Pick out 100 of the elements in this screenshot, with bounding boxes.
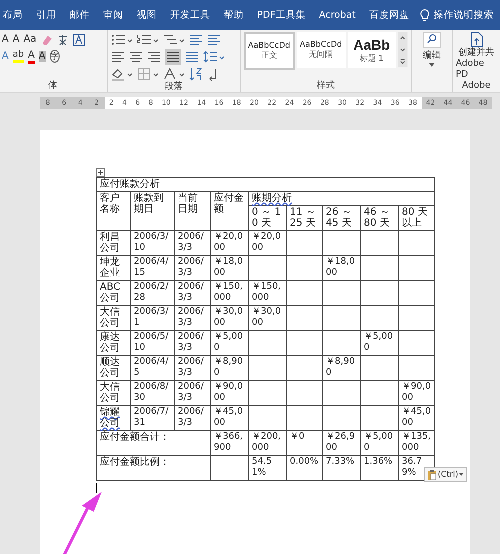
grow-font-button[interactable]: A [2, 34, 9, 45]
shading-icon[interactable] [111, 66, 133, 80]
table-cell: ￥20,000 [248, 230, 286, 256]
change-case-button[interactable]: Aa [24, 34, 37, 45]
sort-icon[interactable] [189, 66, 203, 80]
table-cell: ￥150,000 [248, 280, 286, 306]
table-cell: 2006/7/31 [130, 406, 174, 430]
row-label: 应付金额合计： [96, 430, 210, 456]
table-cell: 2006/3/3 [174, 380, 210, 406]
decrease-indent-icon[interactable] [189, 32, 203, 46]
table-move-handle-icon[interactable] [96, 168, 105, 177]
column-header: 0 ～ 10 天 [248, 206, 286, 230]
pinyin-icon[interactable] [56, 34, 69, 46]
column-header: 46 ～ 80 天 [360, 206, 398, 230]
table-cell: ￥30,000 [248, 306, 286, 330]
table-cell: 2006/3/10 [130, 230, 174, 256]
caret-icon [429, 63, 435, 67]
table-cell: 2006/5/10 [130, 330, 174, 356]
table-cell: 康达公司 [100, 332, 120, 354]
column-header: 当前日期 [174, 192, 210, 230]
ribbon-tab[interactable]: 视图 [134, 4, 160, 26]
table-cell: 2006/3/3 [174, 280, 210, 306]
table-cell: ￥135,000 [398, 430, 435, 456]
editing-button[interactable]: 编辑 [415, 32, 449, 67]
justify-icon[interactable] [165, 48, 181, 64]
bullets-icon[interactable] [111, 32, 133, 46]
table-cell: ￥0 [286, 430, 322, 456]
column-header: 客户名称 [96, 192, 130, 230]
distributed-icon[interactable] [185, 50, 199, 64]
ribbon-tab[interactable]: 审阅 [100, 4, 126, 26]
create-pdf-button[interactable]: Adobe PD [456, 59, 497, 81]
table-cell: ￥5,000 [360, 330, 398, 356]
ribbon-tab[interactable]: 布局 [0, 4, 26, 26]
align-right-icon[interactable] [147, 50, 161, 64]
style-gallery-item[interactable]: AaBbCcDd 无间隔 [296, 32, 346, 68]
table-cell: 2006/3/3 [174, 256, 210, 280]
text-effects-button[interactable]: A [2, 51, 9, 62]
table-cell: 2006/3/3 [174, 306, 210, 330]
clipboard-icon [427, 469, 437, 480]
column-header: 应付金额 [210, 192, 248, 230]
align-center-icon[interactable] [129, 50, 143, 64]
table-cell: ￥18,000 [210, 256, 248, 280]
style-gallery-item[interactable]: AaBb 标题 1 [348, 32, 396, 68]
align-left-icon[interactable] [111, 50, 125, 64]
table-cell: 大信公司 [100, 307, 120, 329]
table-cell: 0.00% [286, 456, 322, 480]
group-label: 段落 [164, 81, 184, 92]
table-cell: 顺达公司 [100, 357, 120, 379]
table-cell: 锦耀公司 [100, 407, 120, 429]
create-pdf-button[interactable]: 创建并共 [458, 48, 494, 59]
lightbulb-icon[interactable] [420, 8, 430, 22]
highlight-button[interactable]: ab [12, 50, 24, 63]
search-hint[interactable]: 操作说明搜索 [434, 8, 494, 22]
table-cell: ￥26,900 [322, 430, 360, 456]
increase-indent-icon[interactable] [207, 32, 221, 46]
table-title: 应付账款分析 [96, 178, 435, 192]
table-cell: 2006/3/3 [174, 230, 210, 256]
style-gallery-item[interactable]: AaBbCcDd 正文 [244, 32, 295, 70]
caret-icon [459, 473, 464, 476]
gallery-scroll-icon[interactable] [398, 32, 408, 68]
ribbon-tab[interactable]: 百度网盘 [366, 4, 412, 26]
ribbon-tab[interactable]: 开发工具 [167, 4, 214, 26]
ribbon-tab[interactable]: Acrobat [316, 6, 359, 24]
column-header: 26 ～ 45 天 [322, 206, 360, 230]
table-cell: ￥150,000 [210, 280, 248, 306]
table-cell: ￥8,900 [210, 356, 248, 380]
table-cell: 2006/2/28 [130, 280, 174, 306]
table-cell: 7.33% [322, 456, 360, 480]
group-label: 体 [48, 80, 58, 92]
ribbon-tab[interactable]: 帮助 [220, 4, 247, 26]
table-cell: 2006/3/1 [130, 306, 174, 330]
enclose-character-button[interactable]: 字 [50, 50, 60, 63]
table-cell: ￥20,000 [210, 230, 248, 256]
table-cell: ￥366,900 [210, 430, 248, 456]
ribbon-tab[interactable]: 引用 [33, 4, 60, 26]
column-header: 账期分析 [252, 193, 292, 204]
multilevel-list-icon[interactable] [163, 32, 185, 46]
table-cell: 54.51% [248, 456, 286, 480]
column-header: 账款到期日 [130, 192, 174, 230]
table-cell: ￥45,000 [398, 406, 435, 430]
shading-button[interactable]: A [38, 51, 46, 62]
border-character-icon[interactable] [72, 34, 85, 46]
ribbon-tab[interactable]: 邮件 [66, 4, 93, 26]
ribbon-tab[interactable]: PDF工具集 [254, 4, 309, 26]
numbering-icon[interactable] [137, 32, 159, 46]
paragraph-mark-icon[interactable] [207, 66, 219, 80]
table-cell: 2006/3/3 [174, 330, 210, 356]
table-cell: 2006/3/3 [174, 356, 210, 380]
font-color-button[interactable]: A [28, 50, 35, 64]
share-file-icon[interactable] [470, 32, 484, 48]
shrink-font-button[interactable]: A [12, 34, 20, 45]
line-spacing-icon[interactable] [203, 50, 225, 64]
table-cell: ￥90,000 [210, 380, 248, 406]
table-cell: 2006/3/3 [174, 406, 210, 430]
table-cell: 1.36% [360, 456, 398, 480]
chinese-layout-icon[interactable] [163, 66, 185, 80]
table-cell: ￥200,000 [248, 430, 286, 456]
paste-options-button[interactable]: (Ctrl) [424, 467, 468, 482]
table-cell: ￥90,000 [398, 380, 435, 406]
group-label: Adobe [462, 81, 491, 92]
